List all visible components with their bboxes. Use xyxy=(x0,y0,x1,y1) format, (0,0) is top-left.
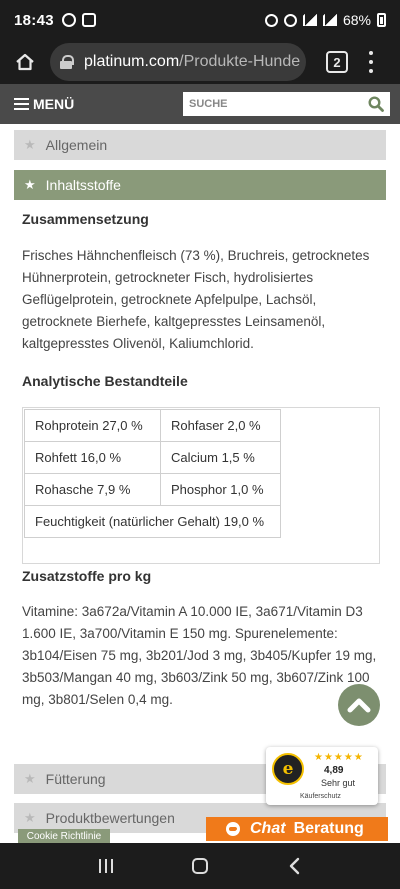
search-icon[interactable] xyxy=(368,96,384,112)
recent-apps-button[interactable] xyxy=(99,859,114,873)
search-input[interactable] xyxy=(189,98,368,110)
table-row: Rohasche 7,9 % Phosphor 1,0 % xyxy=(24,473,281,506)
browser-toolbar: platinum.com/Produkte-Hunde 2 xyxy=(0,40,400,84)
overflow-menu-icon[interactable] xyxy=(368,51,374,73)
additives-text: Vitamine: 3a672a/Vitamin A 10.000 IE, 3a… xyxy=(22,604,377,707)
chat-label: Chat xyxy=(250,820,286,837)
cookie-policy-link[interactable]: Cookie Richtlinie xyxy=(18,829,110,844)
url-path: /Produkte-Hunde xyxy=(179,53,301,70)
accordion-general-label: Allgemein xyxy=(45,137,108,153)
trusted-shops-seal-icon: e xyxy=(272,753,304,785)
scroll-to-top-button[interactable] xyxy=(338,684,380,726)
star-icon: ★ xyxy=(24,137,36,152)
rating-score: 4,89 xyxy=(324,765,344,776)
whatsapp-icon xyxy=(61,13,76,27)
additives-title: Zusatzstoffe pro kg xyxy=(22,568,152,584)
lock-icon xyxy=(60,55,74,69)
consultation-label: Beratung xyxy=(293,820,364,837)
hamburger-icon xyxy=(14,98,29,110)
accordion-general[interactable]: ★ Allgemein xyxy=(14,130,386,160)
buyer-protection-label: Käuferschutz xyxy=(300,793,341,800)
chevron-up-icon xyxy=(347,698,371,713)
table-row: Feuchtigkeit (natürlicher Gehalt) 19,0 % xyxy=(24,505,281,538)
tab-switcher-button[interactable]: 2 xyxy=(326,51,348,73)
system-icons: 68% xyxy=(264,12,386,28)
analysis-title: Analytische Bestandteile xyxy=(22,373,188,389)
chat-consultation-button[interactable]: Chat Beratung xyxy=(206,817,388,841)
address-bar[interactable]: platinum.com/Produkte-Hunde xyxy=(50,43,306,81)
chat-bubble-icon xyxy=(226,822,240,836)
table-cell: Phosphor 1,0 % xyxy=(160,473,281,506)
mute-icon xyxy=(283,13,297,27)
search-box xyxy=(183,92,390,116)
table-cell: Calcium 1,5 % xyxy=(160,441,281,474)
wifi-icon xyxy=(302,14,317,26)
back-icon[interactable] xyxy=(287,857,301,875)
battery-icon xyxy=(377,13,386,27)
site-header: MENÜ xyxy=(0,84,400,124)
battery-level: 68% xyxy=(342,12,371,28)
star-icon: ★ xyxy=(24,771,36,786)
status-bar: 18:43 68% xyxy=(0,0,400,40)
table-cell: Rohprotein 27,0 % xyxy=(24,409,161,442)
table-cell: Feuchtigkeit (natürlicher Gehalt) 19,0 % xyxy=(24,505,281,538)
trust-badge[interactable]: e ★★★★★ 4,89 Sehr gut Käuferschutz xyxy=(266,747,378,805)
notification-icons xyxy=(61,13,96,27)
accordion-reviews-label: Produktbewertungen xyxy=(45,810,175,826)
status-time: 18:43 xyxy=(14,11,54,29)
analysis-table-container: Rohprotein 27,0 % Rohfaser 2,0 % Rohfett… xyxy=(22,407,380,564)
rating-stars: ★★★★★ xyxy=(314,752,364,763)
composition-text: Frisches Hähnchenfleisch (73 %), Bruchre… xyxy=(22,248,370,351)
system-navigation-bar xyxy=(0,843,400,889)
table-row: Rohfett 16,0 % Calcium 1,5 % xyxy=(24,441,281,474)
accordion-ingredients[interactable]: ★ Inhaltsstoffe xyxy=(14,170,386,200)
table-cell: Rohfett 16,0 % xyxy=(24,441,161,474)
home-icon xyxy=(16,53,34,71)
table-row: Rohprotein 27,0 % Rohfaser 2,0 % xyxy=(24,409,281,442)
accordion-ingredients-label: Inhaltsstoffe xyxy=(45,177,121,193)
alarm-icon xyxy=(264,13,278,27)
table-cell: Rohasche 7,9 % xyxy=(24,473,161,506)
composition-title: Zusammensetzung xyxy=(22,211,149,227)
system-home-button[interactable] xyxy=(191,858,208,874)
star-icon: ★ xyxy=(24,810,36,825)
star-icon: ★ xyxy=(24,177,36,192)
menu-button[interactable]: MENÜ xyxy=(14,96,74,112)
accordion-feeding-label: Fütterung xyxy=(45,771,106,787)
instagram-icon xyxy=(81,13,96,27)
url-host: platinum.com xyxy=(84,53,180,70)
table-cell: Rohfaser 2,0 % xyxy=(160,409,281,442)
analysis-table: Rohprotein 27,0 % Rohfaser 2,0 % Rohfett… xyxy=(24,409,281,538)
menu-label: MENÜ xyxy=(33,96,75,112)
home-button[interactable] xyxy=(10,47,40,77)
signal-icon xyxy=(322,14,337,26)
rating-label: Sehr gut xyxy=(321,778,356,788)
